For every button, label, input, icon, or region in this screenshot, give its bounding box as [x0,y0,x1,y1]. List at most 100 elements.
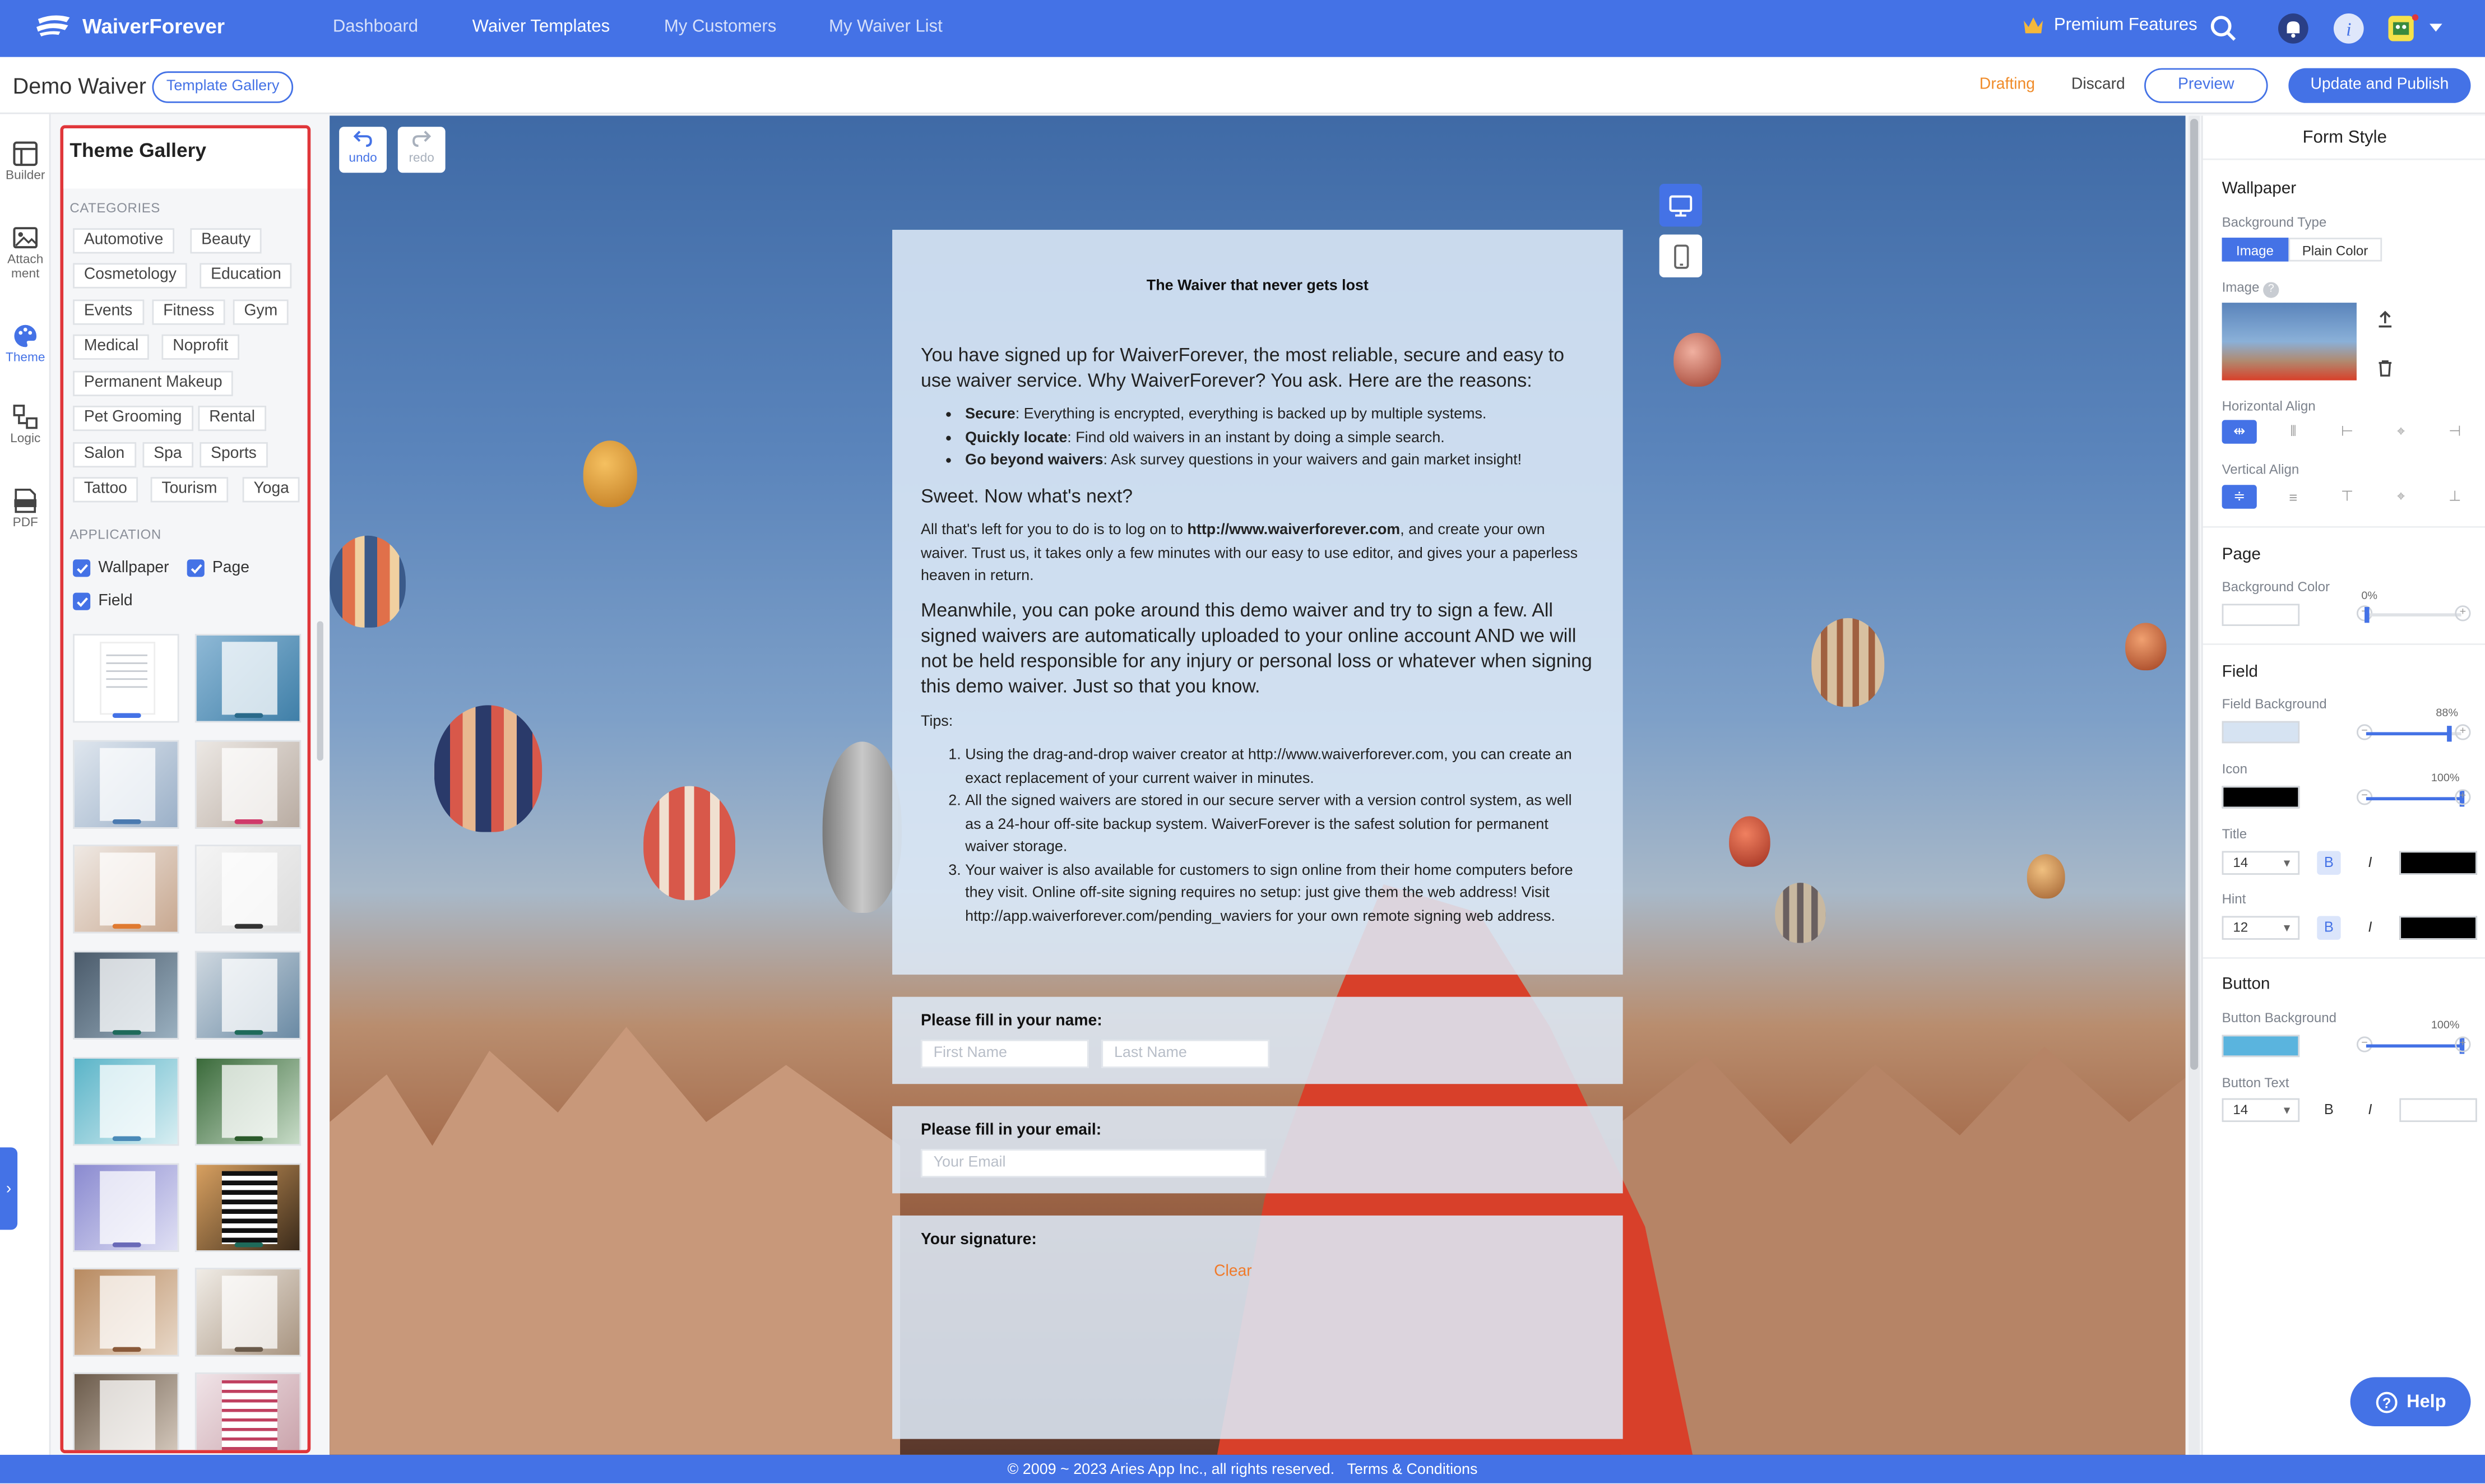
template-gallery-button[interactable]: Template Gallery [152,71,294,103]
search-icon[interactable] [2204,10,2242,48]
theme-thumbnail[interactable] [194,740,302,829]
theme-thumbnail[interactable] [194,1057,302,1146]
expand-panel-tab[interactable]: › [0,1147,18,1230]
rail-builder[interactable]: Builder [0,141,50,182]
nav-waiver-templates[interactable]: Waiver Templates [472,17,610,36]
apply-field-checkbox[interactable]: Field [73,592,133,610]
button-bold-toggle[interactable]: B [2317,1098,2340,1122]
background-type-toggle[interactable]: Image Plain Color [2222,238,2382,262]
mobile-view-button[interactable] [1659,234,1703,277]
hint-color-swatch[interactable] [2399,916,2477,940]
valign-tile-icon[interactable]: ≡ [2276,485,2311,508]
align-stretch-icon[interactable]: ⇹ [2222,420,2257,444]
theme-thumbnail[interactable] [194,1268,302,1357]
valign-top-icon[interactable]: ⊤ [2330,485,2365,508]
category-chip[interactable]: Yoga [242,477,300,503]
nav-my-waiver-list[interactable]: My Waiver List [829,17,943,36]
button-text-color-swatch[interactable] [2399,1098,2477,1123]
category-chip[interactable]: Beauty [190,228,262,254]
discard-button[interactable]: Discard [2071,76,2125,94]
email-field[interactable]: Please fill in your email: Your Email [892,1106,1623,1194]
theme-thumbnail[interactable] [73,1163,179,1252]
align-left-icon[interactable]: ⊢ [2330,420,2365,443]
field-bg-opacity-slider[interactable]: − + [2356,724,2471,743]
category-chip[interactable]: Automotive [73,228,175,254]
update-publish-button[interactable]: Update and Publish [2288,68,2471,103]
theme-thumbnail[interactable] [73,1372,179,1450]
bg-type-image[interactable]: Image [2222,238,2288,262]
category-chip[interactable]: Tattoo [73,477,138,503]
hint-size-select[interactable]: 12 [2222,916,2300,940]
bg-type-plain-color[interactable]: Plain Color [2288,238,2382,262]
rail-pdf[interactable]: PDF [0,488,50,529]
theme-thumbnail[interactable] [194,1163,302,1252]
category-chip[interactable]: Rental [198,405,266,432]
category-chip[interactable]: Fitness [152,299,226,325]
category-chip[interactable]: Noprofit [161,334,240,360]
category-chip[interactable]: Spa [142,442,193,468]
signature-field[interactable]: Your signature: Clear [892,1215,1623,1439]
theme-thumbnail[interactable] [194,1372,302,1450]
theme-thumbnail[interactable] [194,634,302,723]
canvas-scroll-thumb[interactable] [2190,119,2199,1070]
app-logo[interactable]: WaiverForever [35,13,225,38]
button-text-size-select[interactable]: 14 [2222,1098,2300,1123]
title-color-swatch[interactable] [2399,851,2477,875]
button-bg-opacity-slider[interactable]: − + [2356,1036,2471,1055]
waiver-title[interactable]: Demo Waiver [13,73,146,98]
field-bg-color-swatch[interactable] [2222,721,2300,744]
button-bg-color-swatch[interactable] [2222,1035,2300,1058]
category-chip[interactable]: Pet Grooming [73,405,193,432]
terms-link[interactable]: Terms & Conditions [1347,1461,1477,1478]
upload-icon[interactable] [2377,308,2393,336]
title-size-select[interactable]: 14 [2222,851,2300,875]
icon-color-swatch[interactable] [2222,786,2300,809]
gallery-scrollbar[interactable] [317,621,323,761]
hint-italic-toggle[interactable]: I [2358,916,2382,939]
redo-button[interactable]: redo [397,127,446,173]
theme-thumbnail[interactable] [194,950,302,1040]
align-right-icon[interactable]: ⊣ [2437,420,2472,443]
category-chip[interactable]: Sports [200,442,268,468]
theme-thumbnail[interactable] [73,634,179,723]
rail-logic[interactable]: Logic [0,404,50,446]
clear-signature-button[interactable]: Clear [1214,1263,1252,1281]
align-tile-icon[interactable]: ⦀ [2276,420,2311,443]
align-center-icon[interactable]: ⌖ [2384,420,2418,443]
theme-thumbnail[interactable] [73,1057,179,1146]
category-chip[interactable]: Cosmetology [73,263,188,289]
help-icon[interactable]: ? [2263,282,2279,298]
title-bold-toggle[interactable]: B [2317,851,2341,875]
canvas-scrollbar[interactable] [2189,115,2200,1455]
apply-page-checkbox[interactable]: Page [187,559,249,577]
hint-bold-toggle[interactable]: B [2317,916,2341,940]
page-opacity-slider[interactable]: −+ [2356,605,2471,624]
category-chip[interactable]: Salon [73,442,136,468]
caret-down-icon[interactable] [2425,10,2447,48]
category-chip[interactable]: Permanent Makeup [73,370,234,396]
category-chip[interactable]: Events [73,299,144,325]
page-bg-color-swatch[interactable] [2222,604,2300,626]
category-chip[interactable]: Education [200,263,293,289]
first-name-input[interactable]: First Name [920,1040,1089,1068]
theme-thumbnail[interactable] [194,845,302,934]
theme-thumbnail[interactable] [73,1268,179,1357]
desktop-view-button[interactable] [1659,184,1703,227]
help-button[interactable]: ? Help [2350,1377,2471,1427]
avatar[interactable] [2384,10,2422,48]
category-chip[interactable]: Medical [73,334,150,360]
preview-button[interactable]: Preview [2144,68,2268,103]
theme-thumbnail[interactable] [73,845,179,934]
valign-bottom-icon[interactable]: ⊥ [2437,485,2472,508]
title-italic-toggle[interactable]: I [2358,851,2382,875]
email-input[interactable]: Your Email [920,1149,1267,1178]
premium-features-link[interactable]: Premium Features [2022,16,2197,35]
rail-attachment[interactable]: Attach ment [0,225,50,281]
nav-my-customers[interactable]: My Customers [664,17,777,36]
category-chip[interactable]: Gym [233,299,289,325]
button-italic-toggle[interactable]: I [2358,1098,2382,1122]
waiver-document[interactable]: The Waiver that never gets lost You have… [892,230,1623,975]
undo-button[interactable]: undo [339,127,387,173]
category-chip[interactable]: Tourism [150,477,229,503]
valign-stretch-icon[interactable]: ≑ [2222,485,2257,509]
